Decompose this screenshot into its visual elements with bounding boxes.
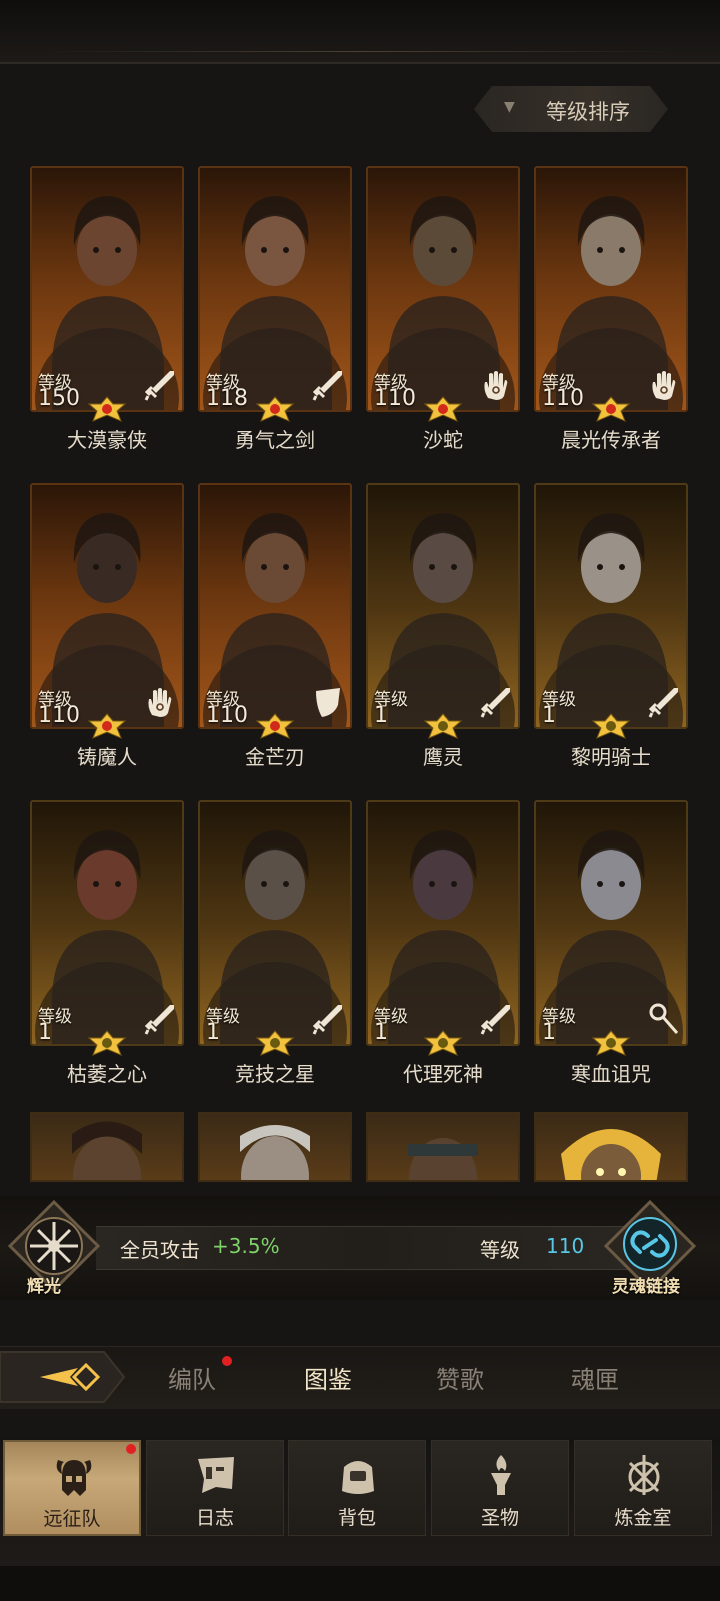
- star-icon: [423, 713, 463, 739]
- hero-name: 竞技之星: [235, 1062, 315, 1086]
- nav-alchemy[interactable]: 炼金室: [574, 1440, 712, 1536]
- total-level-value: 110: [546, 1234, 585, 1258]
- level-value: 1: [206, 1020, 220, 1045]
- star-icon: [591, 713, 631, 739]
- hero-card[interactable]: 等级 110: [198, 483, 352, 729]
- hero-card[interactable]: 等级 1: [30, 800, 184, 1046]
- sword-icon: [144, 1002, 176, 1036]
- level-value: 1: [374, 1020, 388, 1045]
- tab-anthem[interactable]: 赞歌: [436, 1360, 484, 1395]
- nav-expedition-label: 远征队: [43, 1508, 101, 1530]
- sword-icon: [480, 1002, 512, 1036]
- star-icon: [423, 1030, 463, 1056]
- staff-icon: [648, 1002, 680, 1036]
- hero-card-partial[interactable]: [534, 1112, 688, 1182]
- bag-icon: [342, 1461, 374, 1494]
- hero-name: 黎明骑士: [571, 745, 651, 769]
- level-value: 110: [206, 703, 248, 728]
- star-icon: [87, 1030, 127, 1056]
- sword-icon: [312, 368, 344, 402]
- hero-name: 沙蛇: [423, 428, 463, 452]
- hero-name: 勇气之剑: [235, 428, 315, 452]
- star-icon: [87, 396, 127, 422]
- hero-name: 大漠豪侠: [67, 428, 147, 452]
- hero-card[interactable]: 等级 150: [30, 166, 184, 412]
- star-icon: [591, 396, 631, 422]
- palm-icon: [480, 368, 512, 402]
- nav-bag-label: 背包: [337, 1507, 376, 1529]
- hero-card[interactable]: 等级 1: [534, 483, 688, 729]
- hero-card[interactable]: 等级 110: [366, 166, 520, 412]
- flask-icon: [628, 1455, 660, 1495]
- palm-icon: [648, 368, 680, 402]
- star-icon: [255, 1030, 295, 1056]
- hero-name: 枯萎之心: [67, 1062, 147, 1086]
- hero-card[interactable]: 等级 1: [366, 800, 520, 1046]
- hero-card[interactable]: 等级 1: [534, 800, 688, 1046]
- level-value: 1: [542, 1020, 556, 1045]
- hero-name: 铸魔人: [77, 745, 137, 769]
- nav-log[interactable]: 日志: [146, 1440, 284, 1536]
- hero-card-partial[interactable]: [366, 1112, 520, 1182]
- star-icon: [423, 396, 463, 422]
- bonus-text: 全员攻击: [120, 1238, 200, 1262]
- bottom-strip: [0, 1566, 720, 1601]
- shield-icon: [312, 685, 344, 719]
- star-icon: [255, 396, 295, 422]
- hero-grid: 等级 150 大漠豪侠 等级 118 勇气之剑 等级 110 沙蛇 等级 110 晨光传承者 等级 110…: [0, 0, 720, 1210]
- tab-formation-badge: [222, 1356, 232, 1366]
- soul-link-label: 灵魂链接: [612, 1277, 680, 1297]
- hero-name: 晨光传承者: [561, 428, 661, 452]
- level-value: 110: [38, 703, 80, 728]
- tab-codex[interactable]: 图鉴: [304, 1360, 352, 1395]
- level-value: 110: [374, 386, 416, 411]
- back-button[interactable]: [0, 1346, 128, 1408]
- level-value: 150: [38, 386, 80, 411]
- star-icon: [87, 713, 127, 739]
- tab-soul-box[interactable]: 魂匣: [571, 1360, 619, 1395]
- level-value: 110: [542, 386, 584, 411]
- nav-alchemy-label: 炼金室: [614, 1507, 672, 1529]
- sword-icon: [144, 368, 176, 402]
- nav-log-label: 日志: [195, 1507, 234, 1529]
- hero-card[interactable]: 等级 1: [198, 800, 352, 1046]
- sword-icon: [648, 685, 680, 719]
- nav-expedition-badge: [126, 1444, 136, 1454]
- star-icon: [591, 1030, 631, 1056]
- palm-icon: [144, 685, 176, 719]
- scroll-icon: [198, 1457, 234, 1493]
- radiance-label: 辉光: [27, 1277, 61, 1297]
- level-value: 1: [374, 703, 388, 728]
- hero-name: 代理死神: [403, 1062, 483, 1086]
- hero-card-partial[interactable]: [198, 1112, 352, 1182]
- hero-name: 寒血诅咒: [571, 1062, 651, 1086]
- star-icon: [255, 713, 295, 739]
- hero-card[interactable]: 等级 110: [534, 166, 688, 412]
- tab-formation[interactable]: 编队: [168, 1360, 216, 1395]
- hero-card[interactable]: 等级 110: [30, 483, 184, 729]
- helmet-icon: [56, 1460, 92, 1496]
- nav-relics-label: 圣物: [480, 1507, 519, 1529]
- nav-relics[interactable]: 圣物: [431, 1440, 569, 1536]
- hero-card[interactable]: 等级 118: [198, 166, 352, 412]
- bonus-value: +3.5%: [212, 1234, 280, 1258]
- sword-icon: [312, 1002, 344, 1036]
- nav-expedition[interactable]: 远征队: [3, 1440, 141, 1536]
- level-value: 1: [542, 703, 556, 728]
- level-value: 118: [206, 386, 248, 411]
- hero-card-partial[interactable]: [30, 1112, 184, 1182]
- sword-icon: [480, 685, 512, 719]
- total-level-label: 等级: [480, 1238, 520, 1262]
- hero-card[interactable]: 等级 1: [366, 483, 520, 729]
- nav-bag[interactable]: 背包: [288, 1440, 426, 1536]
- level-value: 1: [38, 1020, 52, 1045]
- hero-name: 金芒刃: [245, 745, 305, 769]
- torch-icon: [491, 1455, 511, 1495]
- hero-name: 鹰灵: [423, 745, 463, 769]
